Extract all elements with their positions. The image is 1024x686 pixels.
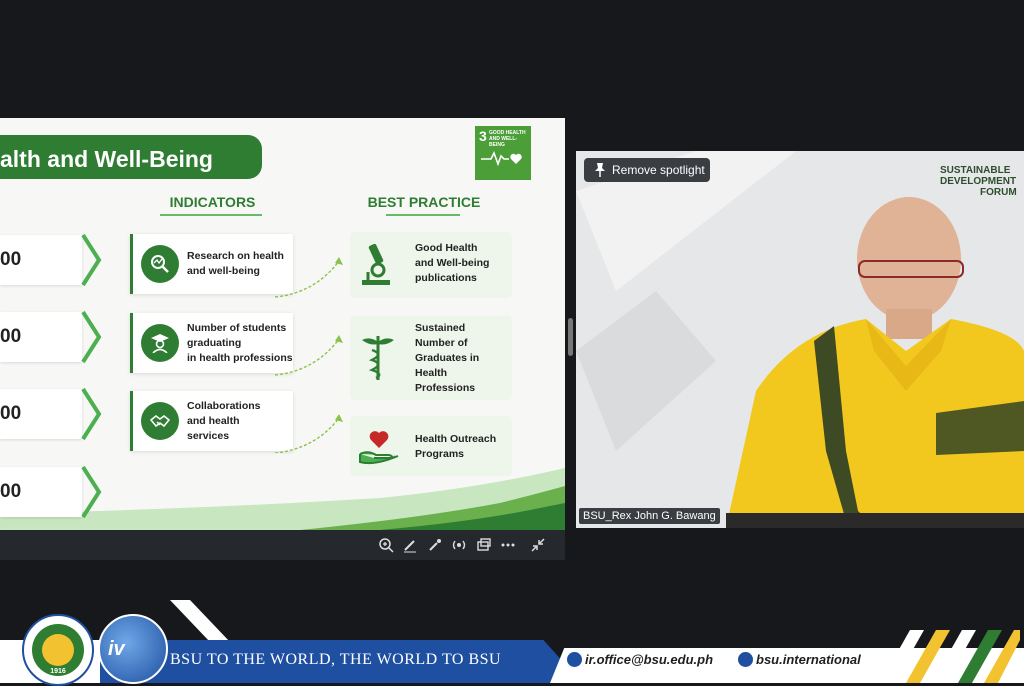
- remove-spotlight-button[interactable]: Remove spotlight: [584, 158, 710, 182]
- more-options-icon[interactable]: [500, 537, 516, 553]
- speaker-video-frame: [576, 151, 1024, 528]
- sdg3-badge: 3 GOOD HEALTH AND WELL-BEING: [475, 126, 531, 180]
- shared-slide: alth and Well-Being 3 GOOD HEALTH AND WE…: [0, 118, 565, 530]
- left-value: 00: [0, 403, 22, 424]
- best-practice-label: Health Outreach Programs: [415, 433, 497, 460]
- participant-name-tag: BSU_Rex John G. Bawang: [579, 508, 720, 524]
- left-value: 00: [0, 249, 22, 270]
- seal-year: 1916: [50, 668, 66, 675]
- zoom-in-icon[interactable]: [378, 537, 394, 553]
- left-value: 00: [0, 326, 22, 347]
- contact-email: ir.office@bsu.edu.ph: [567, 652, 713, 667]
- remove-spotlight-label: Remove spotlight: [612, 163, 705, 177]
- handshake-icon: [141, 402, 179, 440]
- caduceus-icon: [362, 336, 394, 380]
- forum-brand-text: SUSTAINABLE DEVELOPMENT FORUM: [940, 165, 1017, 198]
- banner-stripes-decoration: [880, 630, 1020, 683]
- chevron-right-icon: [81, 465, 102, 519]
- chevron-right-icon: [81, 233, 102, 287]
- graduate-icon: [141, 324, 179, 362]
- participant-video: [576, 151, 1024, 528]
- best-practice-label: Good Health and Well-being publications: [415, 242, 490, 284]
- flow-arrows: [274, 257, 343, 453]
- best-practice-card: Sustained Number of Graduates in Health …: [350, 316, 512, 400]
- sdg-label: GOOD HEALTH AND WELL-BEING: [489, 130, 526, 148]
- best-practice-header: BEST PRACTICE: [367, 194, 481, 210]
- globe-mark: iv: [108, 638, 125, 660]
- best-practice-card: Good Health and Well-being publications: [350, 232, 512, 298]
- collapse-icon[interactable]: [530, 537, 546, 553]
- research-icon: [141, 245, 179, 283]
- contact-web: bsu.international: [738, 652, 861, 667]
- pen-icon[interactable]: [402, 537, 418, 553]
- left-value-card: 00: [0, 235, 82, 285]
- left-value-card: 00: [0, 389, 82, 439]
- microscope-icon: [362, 243, 390, 285]
- bsu-seal-logo: 1916: [22, 614, 94, 686]
- globe-icon: [738, 652, 753, 667]
- seal-core: [42, 634, 74, 666]
- indicators-underline: [160, 214, 262, 216]
- chevron-right-icon: [81, 310, 102, 364]
- window-icon[interactable]: [476, 537, 492, 553]
- split-resize-handle[interactable]: [568, 318, 573, 356]
- broadcast-icon[interactable]: [451, 537, 467, 553]
- left-value-card: 00: [0, 467, 82, 517]
- sdg-number: 3: [479, 128, 487, 144]
- slide-title: alth and Well-Being: [0, 146, 213, 172]
- heartbeat-icon: [481, 150, 522, 166]
- left-value: 00: [0, 481, 22, 502]
- best-practice-underline: [386, 214, 460, 216]
- laser-pointer-icon[interactable]: [427, 537, 443, 553]
- indicator-label: Collaborations and health services: [187, 400, 261, 442]
- heart-in-hand-icon: [359, 431, 399, 465]
- best-practice-label: Sustained Number of Graduates in Health …: [415, 322, 480, 394]
- share-toolbar: [0, 530, 565, 560]
- international-office-logo: iv: [98, 614, 168, 684]
- email-icon: [567, 652, 582, 667]
- banner-tagline: BSU TO THE WORLD, THE WORLD TO BSU: [170, 651, 502, 668]
- pin-icon: [595, 163, 605, 177]
- left-value-card: 00: [0, 312, 82, 362]
- indicators-header: INDICATORS: [169, 194, 256, 210]
- best-practice-card: Health Outreach Programs: [350, 416, 512, 476]
- chevron-right-icon: [81, 387, 102, 441]
